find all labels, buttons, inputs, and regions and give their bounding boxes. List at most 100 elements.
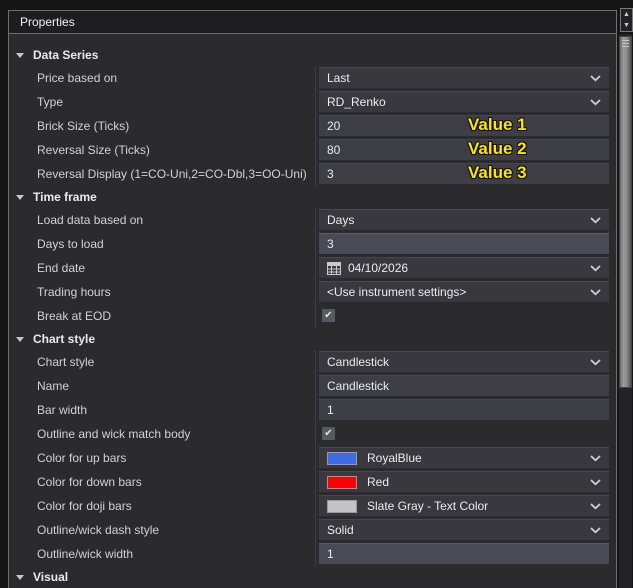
property-row-color-down-bars: Color for down bars Red [9, 470, 616, 494]
section-header-data-series[interactable]: Data Series [9, 44, 616, 66]
price-based-on-dropdown[interactable]: Last [319, 67, 609, 88]
chart-style-dropdown[interactable]: Candlestick [319, 351, 609, 372]
dropdown-value: Last [327, 71, 350, 85]
chevron-down-icon [590, 288, 601, 296]
dropdown-value: Solid [327, 523, 354, 537]
reversal-display-input[interactable]: 3 [319, 163, 609, 184]
input-value: 80 [327, 143, 341, 157]
properties-panel: Properties Data Series Price based on La… [8, 10, 617, 588]
property-label: Reversal Display (1=CO-Uni,2=CO-Dbl,3=OO… [9, 162, 316, 186]
property-label: Bar width [9, 398, 316, 422]
outline-wick-match-body-checkbox[interactable]: ✔ [322, 427, 335, 440]
date-value: 04/10/2026 [348, 261, 409, 275]
property-label: Color for up bars [9, 446, 316, 470]
dropdown-value: <Use instrument settings> [327, 285, 467, 299]
dropdown-value: Days [327, 213, 355, 227]
dropdown-value: Candlestick [327, 355, 390, 369]
property-row-load-data-based-on: Load data based on Days [9, 208, 616, 232]
property-row-outline-wick-width: Outline/wick width 1 [9, 542, 616, 566]
scrollbar-track[interactable] [619, 34, 632, 588]
thumb-grip-icon [622, 40, 629, 49]
color-swatch [327, 499, 357, 513]
color-doji-bars-dropdown[interactable]: Slate Gray - Text Color [319, 495, 609, 516]
property-label: Name [9, 374, 316, 398]
input-value: 20 [327, 119, 341, 133]
property-row-reversal-size: Reversal Size (Ticks) 80 Value 2 [9, 138, 616, 162]
chevron-down-icon [590, 454, 601, 462]
property-row-bar-width: Bar width 1 [9, 398, 616, 422]
dropdown-value: Red [367, 475, 390, 489]
property-row-outline-wick-match-body: Outline and wick match body ✔ [9, 422, 616, 446]
input-value: 1 [327, 403, 334, 417]
scroll-spinner: ▲ ▼ [620, 8, 633, 32]
property-label: Outline/wick dash style [9, 518, 316, 542]
reversal-size-input[interactable]: 80 [319, 139, 609, 160]
collapse-triangle-icon[interactable] [16, 336, 24, 342]
brick-size-input[interactable]: 20 [319, 115, 609, 136]
name-input[interactable]: Candlestick [319, 375, 609, 396]
section-label: Visual [33, 570, 69, 584]
outline-wick-dash-style-dropdown[interactable]: Solid [319, 519, 609, 540]
section-header-time-frame[interactable]: Time frame [9, 186, 616, 208]
property-label: Color for down bars [9, 470, 316, 494]
break-at-eod-checkbox[interactable]: ✔ [322, 309, 335, 322]
chevron-down-icon [590, 98, 601, 106]
property-row-break-at-eod: Break at EOD ✔ [9, 304, 616, 328]
scrollbar-rail: ▲ ▼ [617, 0, 633, 588]
annotation-value-3: Value 3 [468, 163, 527, 182]
chevron-down-icon [590, 264, 601, 272]
collapse-triangle-icon[interactable] [16, 194, 24, 200]
property-label: Price based on [9, 66, 316, 90]
color-down-bars-dropdown[interactable]: Red [319, 471, 609, 492]
property-label: Load data based on [9, 208, 316, 232]
chevron-down-icon [590, 216, 601, 224]
days-to-load-input[interactable]: 3 [319, 233, 609, 254]
property-row-end-date: End date 04/10/2026 [9, 256, 616, 280]
dropdown-value: Slate Gray - Text Color [367, 499, 489, 513]
bar-width-input[interactable]: 1 [319, 399, 609, 420]
property-label: Break at EOD [9, 304, 316, 328]
property-row-brick-size: Brick Size (Ticks) 20 Value 1 [9, 114, 616, 138]
section-header-visual[interactable]: Visual [9, 566, 616, 588]
color-swatch [327, 475, 357, 489]
property-label: Chart style [9, 350, 316, 374]
section-label: Time frame [33, 190, 97, 204]
end-date-picker[interactable]: 04/10/2026 [319, 257, 609, 278]
property-row-color-up-bars: Color for up bars RoyalBlue [9, 446, 616, 470]
input-value: 1 [327, 547, 334, 561]
property-row-color-doji-bars: Color for doji bars Slate Gray - Text Co… [9, 494, 616, 518]
collapse-triangle-icon[interactable] [16, 52, 24, 58]
property-label: Outline/wick width [9, 542, 316, 566]
color-swatch [327, 451, 357, 465]
dropdown-value: RD_Renko [327, 95, 386, 109]
chevron-down-icon [590, 502, 601, 510]
property-label: Brick Size (Ticks) [9, 114, 316, 138]
property-label: End date [9, 256, 316, 280]
color-up-bars-dropdown[interactable]: RoyalBlue [319, 447, 609, 468]
type-dropdown[interactable]: RD_Renko [319, 91, 609, 112]
property-row-chart-style: Chart style Candlestick [9, 350, 616, 374]
outline-wick-width-input[interactable]: 1 [319, 543, 609, 564]
property-row-price-based-on: Price based on Last [9, 66, 616, 90]
collapse-triangle-icon[interactable] [16, 574, 24, 580]
scroll-down-button[interactable]: ▼ [621, 20, 632, 31]
property-label: Color for doji bars [9, 494, 316, 518]
trading-hours-dropdown[interactable]: <Use instrument settings> [319, 281, 609, 302]
annotation-value-1: Value 1 [468, 115, 527, 134]
property-row-reversal-display: Reversal Display (1=CO-Uni,2=CO-Dbl,3=OO… [9, 162, 616, 186]
property-label: Type [9, 90, 316, 114]
chevron-down-icon [590, 358, 601, 366]
property-row-type: Type RD_Renko [9, 90, 616, 114]
property-row-trading-hours: Trading hours <Use instrument settings> [9, 280, 616, 304]
section-header-chart-style[interactable]: Chart style [9, 328, 616, 350]
property-row-days-to-load: Days to load 3 [9, 232, 616, 256]
load-data-based-on-dropdown[interactable]: Days [319, 209, 609, 230]
scrollbar-thumb[interactable] [619, 36, 632, 388]
property-row-outline-wick-dash-style: Outline/wick dash style Solid [9, 518, 616, 542]
section-label: Data Series [33, 48, 99, 62]
scroll-up-button[interactable]: ▲ [621, 9, 632, 20]
property-label: Trading hours [9, 280, 316, 304]
input-value: 3 [327, 167, 334, 181]
input-value: 3 [327, 237, 334, 251]
property-row-name: Name Candlestick [9, 374, 616, 398]
